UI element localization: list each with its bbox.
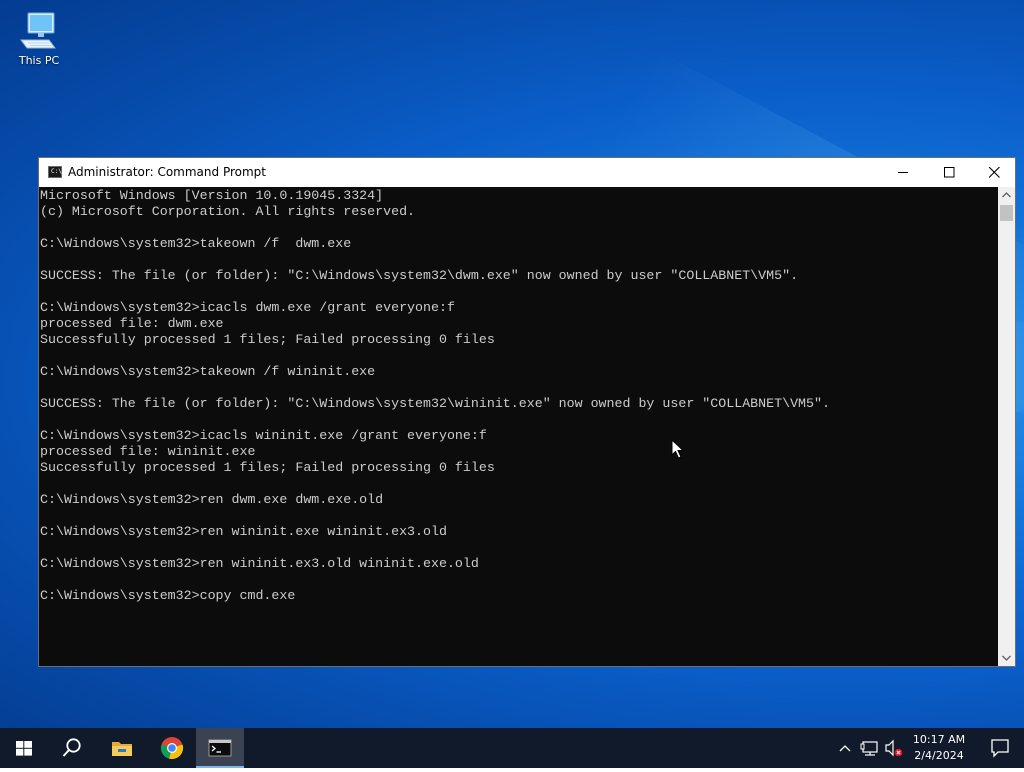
terminal-line: processed file: wininit.exe xyxy=(40,444,256,459)
desktop-icon-label: This PC xyxy=(18,54,60,67)
terminal-line: processed file: dwm.exe xyxy=(40,316,224,331)
scroll-up-button[interactable] xyxy=(998,187,1015,204)
terminal-line: (c) Microsoft Corporation. All rights re… xyxy=(40,204,416,219)
cmd-icon: C:\ xyxy=(48,166,62,178)
notification-button[interactable] xyxy=(976,728,1024,768)
minimize-icon xyxy=(898,172,908,173)
network-tray-button[interactable] xyxy=(860,728,882,768)
vertical-scrollbar[interactable] xyxy=(998,187,1015,666)
command-prompt-window[interactable]: C:\ Administrator: Command Prompt Micros… xyxy=(38,157,1016,667)
desktop-icon-this-pc[interactable]: This PC xyxy=(10,8,68,74)
search-button[interactable] xyxy=(48,728,96,768)
taskbar-file-explorer[interactable] xyxy=(98,728,146,768)
maximize-icon xyxy=(944,167,955,178)
taskbar-command-prompt[interactable] xyxy=(196,728,244,768)
close-icon xyxy=(989,167,1000,178)
terminal-line: Microsoft Windows [Version 10.0.19045.33… xyxy=(40,188,384,203)
scrollbar-thumb[interactable] xyxy=(1000,205,1013,221)
start-button[interactable] xyxy=(0,728,48,768)
window-title: Administrator: Command Prompt xyxy=(68,165,266,179)
chevron-down-icon xyxy=(1002,655,1011,661)
terminal-line: Successfully processed 1 files; Failed p… xyxy=(40,460,495,475)
chevron-up-icon xyxy=(839,745,851,752)
terminal-line: C:\Windows\system32>ren wininit.exe wini… xyxy=(40,524,447,539)
scroll-down-button[interactable] xyxy=(998,649,1015,666)
show-hidden-icons-button[interactable] xyxy=(838,728,856,768)
notification-icon xyxy=(991,739,1009,758)
clock-time: 10:17 AM xyxy=(912,733,966,746)
terminal-line: SUCCESS: The file (or folder): "C:\Windo… xyxy=(40,268,799,283)
cmd-icon xyxy=(208,739,232,757)
folder-icon xyxy=(112,742,132,756)
close-button[interactable] xyxy=(971,158,1017,187)
terminal-line: C:\Windows\system32>takeown /f wininit.e… xyxy=(40,364,376,379)
terminal-line: C:\Windows\system32>ren dwm.exe dwm.exe.… xyxy=(40,492,384,507)
taskbar: 10:17 AM 2/4/2024 xyxy=(0,728,1024,768)
terminal-line: SUCCESS: The file (or folder): "C:\Windo… xyxy=(40,396,830,411)
terminal-output[interactable]: Microsoft Windows [Version 10.0.19045.33… xyxy=(39,187,999,666)
clock-date: 2/4/2024 xyxy=(914,749,964,762)
terminal-line: C:\Windows\system32>icacls wininit.exe /… xyxy=(40,428,487,443)
terminal-line: Successfully processed 1 files; Failed p… xyxy=(40,332,495,347)
chevron-up-icon xyxy=(1002,192,1011,198)
minimize-button[interactable] xyxy=(880,158,926,187)
cmd-icon-glyph: C:\ xyxy=(51,168,62,175)
computer-icon xyxy=(20,12,56,49)
search-icon xyxy=(62,738,81,757)
terminal-line: C:\Windows\system32>ren wininit.ex3.old … xyxy=(40,556,479,571)
windows-logo-icon xyxy=(16,741,32,756)
maximize-button[interactable] xyxy=(926,158,972,187)
terminal-line: C:\Windows\system32>copy cmd.exe xyxy=(40,588,296,603)
volume-muted-icon xyxy=(885,739,903,757)
taskbar-chrome[interactable] xyxy=(148,728,196,768)
volume-tray-button[interactable] xyxy=(884,728,906,768)
mouse-pointer-icon xyxy=(671,439,685,459)
chrome-icon xyxy=(160,737,184,760)
terminal-line: C:\Windows\system32>takeown /f dwm.exe xyxy=(40,236,352,251)
network-icon xyxy=(860,741,878,756)
terminal-line: C:\Windows\system32>icacls dwm.exe /gran… xyxy=(40,300,455,315)
system-clock[interactable]: 10:17 AM 2/4/2024 xyxy=(906,732,972,764)
title-bar[interactable]: C:\ Administrator: Command Prompt xyxy=(39,158,1015,187)
